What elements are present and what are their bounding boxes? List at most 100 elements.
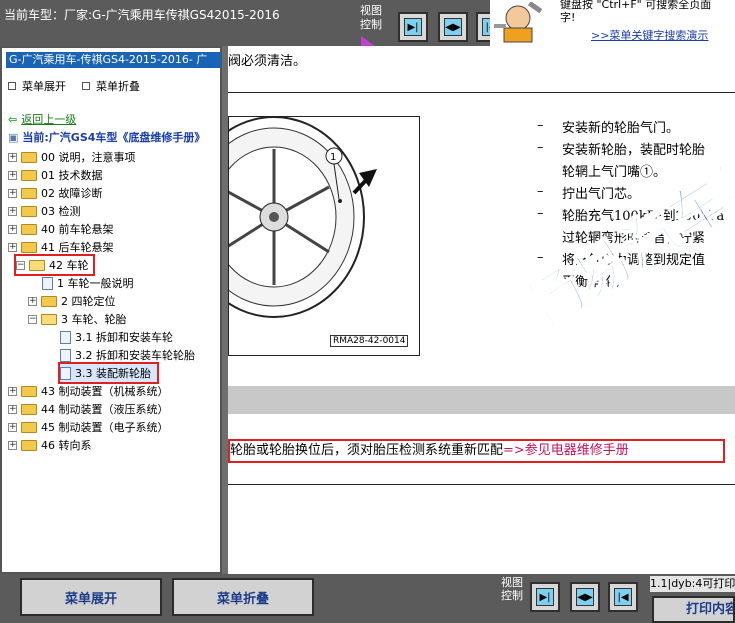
- wheel-tire-illustration: 1: [228, 116, 377, 318]
- menu-collapse-button[interactable]: 菜单折叠: [172, 578, 314, 616]
- expand-plus-icon[interactable]: +: [8, 170, 17, 180]
- open-folder-icon: [29, 259, 45, 271]
- tree-item-label: 02 故障诊断: [41, 187, 103, 200]
- bottom-view-left-button[interactable]: |◀: [608, 582, 638, 612]
- expand-plus-icon[interactable]: +: [8, 242, 17, 252]
- folder-icon: [21, 439, 37, 451]
- tree-item-label: 40 前车轮悬架: [41, 223, 114, 236]
- folder-icon: [21, 205, 37, 217]
- folder-icon: [41, 295, 57, 307]
- sidebar-title: G-广汽乘用车-传祺GS4-2015-2016- 广: [6, 52, 221, 68]
- tree-item-44[interactable]: + 44 制动装置（液压系统）: [8, 400, 169, 418]
- view-control-label: 视图控制: [360, 4, 382, 31]
- collapse-minus-icon[interactable]: −: [16, 260, 25, 270]
- tree-item-label: 03 检测: [41, 205, 81, 218]
- bottom-view-split-button[interactable]: ◀▶: [570, 582, 600, 612]
- section-band: [228, 386, 735, 414]
- figure-code-label: RMA28-42-0014: [330, 335, 409, 347]
- tree-item-label: 3.2 拆卸和安装车轮轮胎: [75, 349, 195, 362]
- expand-plus-icon[interactable]: +: [8, 188, 17, 198]
- document-icon: [60, 330, 71, 344]
- tree-item-02[interactable]: + 02 故障诊断: [8, 184, 103, 202]
- expand-plus-icon[interactable]: +: [8, 206, 17, 216]
- expand-plus-icon[interactable]: +: [8, 404, 17, 414]
- menu-expand-button[interactable]: 菜单展开: [20, 578, 162, 616]
- expand-plus-icon[interactable]: +: [8, 440, 17, 450]
- tree-item-label: 44 制动装置（液压系统）: [41, 403, 169, 416]
- tpms-note-text: 轮胎或轮胎换位后，须对胎压检测系统重新匹配: [230, 443, 504, 458]
- expand-plus-icon[interactable]: +: [8, 386, 17, 396]
- tree-item-label: 41 后车轮悬架: [41, 241, 114, 254]
- menu-expand-label: 菜单展开: [22, 80, 66, 93]
- folder-icon: [21, 223, 37, 235]
- tree-item-03[interactable]: + 03 检测: [8, 202, 81, 220]
- step-install-tire: 安装新轮胎，装配时轮胎: [562, 143, 706, 158]
- bullet-dash: –: [537, 118, 544, 133]
- arrow-left-icon: |◀: [614, 588, 632, 606]
- collapse-minus-icon[interactable]: −: [28, 314, 37, 324]
- bottom-bar: 菜单展开 菜单折叠 视图控制 ▶| ◀▶ |◀ 1.1|dyb:4可打印 打印内…: [0, 574, 735, 623]
- back-link-label: 返回上一级: [21, 113, 77, 126]
- sidebar: G-广汽乘用车-传祺GS4-2015-2016- 广 菜单展开 菜单折叠 ⇦ 返…: [0, 46, 222, 574]
- keyword-search-demo-link[interactable]: >>菜单关键字搜索演示: [591, 27, 708, 43]
- tree-item-3-2[interactable]: 3.2 拆卸和安装车轮轮胎: [60, 346, 195, 364]
- bullet-dash: –: [537, 184, 544, 199]
- document-icon: [42, 276, 53, 290]
- callout-number: 1: [330, 152, 336, 163]
- step-install-valve: 安装新的轮胎气门。: [562, 121, 680, 136]
- expand-square-icon: [8, 82, 16, 90]
- current-manual-label: 当前:广汽GS4车型《底盘维修手册》: [22, 131, 206, 144]
- menu-expand-control[interactable]: 菜单展开: [8, 78, 66, 94]
- tree-item-42[interactable]: − 42 车轮: [14, 254, 95, 276]
- tree-item-label: 1 车轮一般说明: [57, 277, 134, 290]
- tree-item-42-3[interactable]: − 3 车轮、轮胎: [28, 310, 127, 328]
- expand-plus-icon[interactable]: +: [8, 152, 17, 162]
- tree-item-40[interactable]: + 40 前车轮悬架: [8, 220, 114, 238]
- tree-item-42-1[interactable]: 1 车轮一般说明: [42, 274, 134, 292]
- tree-item-label: 45 制动装置（电子系统）: [41, 421, 169, 434]
- electrical-manual-link[interactable]: =>参见电器维修手册: [503, 443, 629, 458]
- menu-collapse-control[interactable]: 菜单折叠: [82, 78, 140, 94]
- help-text-line2: 字!: [560, 11, 576, 24]
- content-pane: 阀必须清洁。 1 RMA28-42-0014 – 安装新的轮胎气门。 – 安装新…: [228, 46, 735, 574]
- expand-plus-icon[interactable]: +: [28, 296, 37, 306]
- divider: [228, 484, 735, 485]
- wheel-figure: 1 RMA28-42-0014: [228, 116, 420, 356]
- tree-item-label: 3 车轮、轮胎: [61, 313, 127, 326]
- manual-book-icon: ▣: [8, 130, 19, 144]
- tree-item-45[interactable]: + 45 制动装置（电子系统）: [8, 418, 169, 436]
- back-arrow-icon: ⇦: [8, 112, 18, 126]
- expand-plus-icon[interactable]: +: [8, 422, 17, 432]
- folder-icon: [21, 421, 37, 433]
- bottom-view-control-label: 视图控制: [501, 576, 523, 602]
- view-right-button[interactable]: ▶|: [398, 12, 428, 42]
- menu-collapse-label: 菜单折叠: [96, 80, 140, 93]
- tpms-note: 轮胎或轮胎换位后，须对胎压检测系统重新匹配=>参见电器维修手册: [228, 439, 725, 463]
- help-text-line1: 键盘按 "Ctrl+F" 可搜索全页面: [560, 0, 712, 11]
- view-split-button[interactable]: ◀▶: [438, 12, 468, 42]
- print-content-button[interactable]: 打印内容: [652, 596, 735, 623]
- tree-item-3-1[interactable]: 3.1 拆卸和安装车轮: [60, 328, 173, 346]
- tree-item-43[interactable]: + 43 制动装置（机械系统）: [8, 382, 169, 400]
- bottom-view-right-button[interactable]: ▶|: [530, 582, 560, 612]
- tree-item-label: 3.1 拆卸和安装车轮: [75, 331, 173, 344]
- bullet-dash: –: [537, 140, 544, 155]
- tree-item-label: 43 制动装置（机械系统）: [41, 385, 169, 398]
- tree-item-41[interactable]: + 41 后车轮悬架: [8, 238, 114, 256]
- expand-plus-icon[interactable]: +: [8, 224, 17, 234]
- tree-item-3-3-selected[interactable]: 3.3 装配新轮胎: [58, 362, 159, 384]
- split-arrows-icon: ◀▶: [576, 588, 594, 606]
- bullet-dash: –: [537, 206, 544, 221]
- tree-item-01[interactable]: + 01 技术数据: [8, 166, 103, 184]
- mechanic-mascot-icon: [494, 2, 543, 43]
- tree-item-42-2[interactable]: + 2 四轮定位: [28, 292, 116, 310]
- tree-item-label: 3.3 装配新轮胎: [75, 367, 151, 380]
- tree-item-00[interactable]: + 00 说明，注意事项: [8, 148, 136, 166]
- divider: [228, 92, 735, 93]
- open-folder-icon: [41, 313, 57, 325]
- valve-clean-text: 阀必须清洁。: [228, 54, 307, 69]
- back-link[interactable]: ⇦ 返回上一级: [8, 110, 76, 128]
- folder-icon: [21, 385, 37, 397]
- tree-item-label: 2 四轮定位: [61, 295, 116, 308]
- tree-item-46[interactable]: + 46 转向系: [8, 436, 92, 454]
